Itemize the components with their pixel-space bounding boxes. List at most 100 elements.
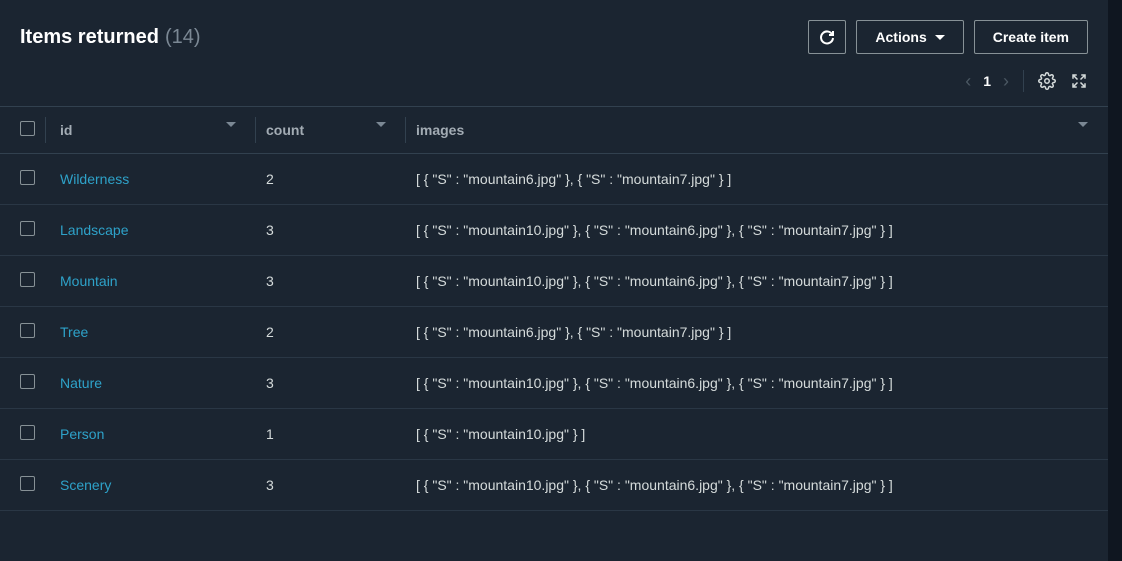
pagination-toolbar: ‹ 1 › [0, 64, 1108, 106]
actions-button[interactable]: Actions [856, 20, 963, 54]
column-header-id[interactable]: id [46, 107, 256, 154]
cell-images: [ { "S" : "mountain6.jpg" }, { "S" : "mo… [406, 154, 1108, 205]
prev-page-button[interactable]: ‹ [965, 72, 971, 90]
count-value: 3 [266, 222, 274, 238]
cell-count: 3 [256, 460, 406, 511]
id-link[interactable]: Mountain [60, 273, 118, 289]
images-value: [ { "S" : "mountain6.jpg" }, { "S" : "mo… [416, 324, 731, 340]
row-checkbox[interactable] [20, 272, 35, 287]
column-label-images: images [416, 122, 464, 138]
fullscreen-button[interactable] [1070, 72, 1088, 90]
refresh-button[interactable] [808, 20, 846, 54]
images-value: [ { "S" : "mountain10.jpg" }, { "S" : "m… [416, 222, 893, 238]
cell-id: Landscape [46, 205, 256, 256]
table-row: Wilderness 2 [ { "S" : "mountain6.jpg" }, … [0, 154, 1108, 205]
row-checkbox[interactable] [20, 476, 35, 491]
table-header-row: id count images [0, 107, 1108, 154]
table-row: Nature 3 [ { "S" : "mountain10.jpg" }, { "… [0, 358, 1108, 409]
images-value: [ { "S" : "mountain10.jpg" } ] [416, 426, 585, 442]
row-checkbox-cell [0, 154, 46, 205]
caret-down-icon [935, 35, 945, 40]
id-link[interactable]: Landscape [60, 222, 129, 238]
table-row: Scenery 3 [ { "S" : "mountain10.jpg" }, { … [0, 460, 1108, 511]
cell-count: 2 [256, 154, 406, 205]
column-header-count[interactable]: count [256, 107, 406, 154]
page-title: Items returned [20, 26, 159, 49]
row-checkbox-cell [0, 460, 46, 511]
id-link[interactable]: Person [60, 426, 104, 442]
column-label-id: id [60, 122, 72, 138]
header-checkbox-cell [0, 107, 46, 154]
row-checkbox-cell [0, 307, 46, 358]
cell-images: [ { "S" : "mountain10.jpg" } ] [406, 409, 1108, 460]
items-table: id count images Wilderness 2 [ { "S" : "mo… [0, 106, 1108, 511]
refresh-icon [819, 29, 835, 45]
id-link[interactable]: Scenery [60, 477, 111, 493]
row-checkbox-cell [0, 409, 46, 460]
cell-id: Scenery [46, 460, 256, 511]
next-page-button[interactable]: › [1003, 72, 1009, 90]
cell-id: Mountain [46, 256, 256, 307]
cell-count: 3 [256, 205, 406, 256]
vertical-scrollbar[interactable] [1108, 0, 1122, 561]
table-row: Mountain 3 [ { "S" : "mountain10.jpg" }, {… [0, 256, 1108, 307]
count-value: 2 [266, 171, 274, 187]
toolbar-divider [1023, 70, 1024, 92]
count-value: 3 [266, 477, 274, 493]
cell-count: 1 [256, 409, 406, 460]
page-number: 1 [983, 73, 991, 89]
item-count: (14) [165, 26, 201, 49]
items-panel: Items returned (14) Actions Create item … [0, 0, 1108, 561]
row-checkbox-cell [0, 256, 46, 307]
pager: ‹ 1 › [965, 72, 1009, 90]
row-checkbox[interactable] [20, 323, 35, 338]
actions-label: Actions [875, 29, 926, 45]
images-value: [ { "S" : "mountain10.jpg" }, { "S" : "m… [416, 477, 893, 493]
row-checkbox[interactable] [20, 170, 35, 185]
table-row: Person 1 [ { "S" : "mountain10.jpg" } ] [0, 409, 1108, 460]
count-value: 3 [266, 273, 274, 289]
cell-images: [ { "S" : "mountain10.jpg" }, { "S" : "m… [406, 205, 1108, 256]
header-buttons: Actions Create item [808, 20, 1088, 54]
row-checkbox-cell [0, 205, 46, 256]
table-row: Tree 2 [ { "S" : "mountain6.jpg" }, { "S" … [0, 307, 1108, 358]
images-value: [ { "S" : "mountain10.jpg" }, { "S" : "m… [416, 273, 893, 289]
cell-images: [ { "S" : "mountain6.jpg" }, { "S" : "mo… [406, 307, 1108, 358]
title-wrap: Items returned (14) [20, 26, 201, 49]
gear-icon [1038, 72, 1056, 90]
images-value: [ { "S" : "mountain6.jpg" }, { "S" : "mo… [416, 171, 731, 187]
row-checkbox-cell [0, 358, 46, 409]
images-value: [ { "S" : "mountain10.jpg" }, { "S" : "m… [416, 375, 893, 391]
select-all-checkbox[interactable] [20, 121, 35, 136]
row-checkbox[interactable] [20, 425, 35, 440]
cell-count: 3 [256, 358, 406, 409]
sort-caret-icon [376, 122, 386, 127]
row-checkbox[interactable] [20, 374, 35, 389]
expand-icon [1070, 72, 1088, 90]
cell-id: Tree [46, 307, 256, 358]
settings-button[interactable] [1038, 72, 1056, 90]
id-link[interactable]: Tree [60, 324, 88, 340]
sort-caret-icon [1078, 122, 1088, 127]
count-value: 2 [266, 324, 274, 340]
panel-header: Items returned (14) Actions Create item [0, 0, 1108, 64]
cell-count: 3 [256, 256, 406, 307]
cell-count: 2 [256, 307, 406, 358]
cell-images: [ { "S" : "mountain10.jpg" }, { "S" : "m… [406, 358, 1108, 409]
table-row: Landscape 3 [ { "S" : "mountain10.jpg" }, … [0, 205, 1108, 256]
id-link[interactable]: Nature [60, 375, 102, 391]
cell-images: [ { "S" : "mountain10.jpg" }, { "S" : "m… [406, 256, 1108, 307]
column-label-count: count [266, 122, 304, 138]
sort-caret-icon [226, 122, 236, 127]
create-item-label: Create item [993, 29, 1069, 45]
column-header-images[interactable]: images [406, 107, 1108, 154]
cell-id: Person [46, 409, 256, 460]
row-checkbox[interactable] [20, 221, 35, 236]
id-link[interactable]: Wilderness [60, 171, 129, 187]
count-value: 1 [266, 426, 274, 442]
cell-id: Nature [46, 358, 256, 409]
cell-id: Wilderness [46, 154, 256, 205]
count-value: 3 [266, 375, 274, 391]
create-item-button[interactable]: Create item [974, 20, 1088, 54]
cell-images: [ { "S" : "mountain10.jpg" }, { "S" : "m… [406, 460, 1108, 511]
